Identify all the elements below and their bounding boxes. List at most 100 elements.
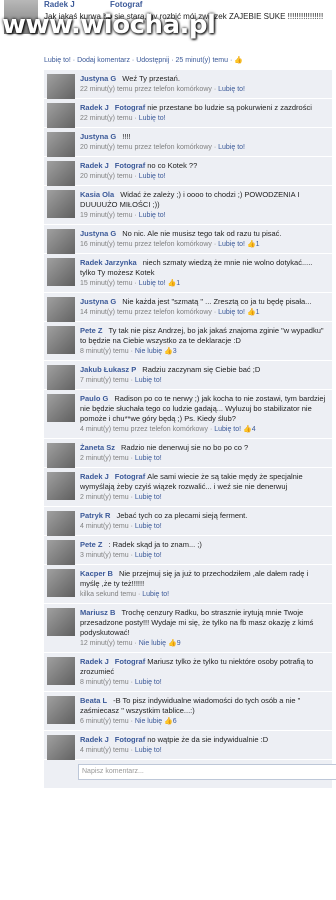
comment-author[interactable]: Justyna G [80,297,116,306]
thumbs-up-icon[interactable]: 👍 [168,640,177,647]
comment-author[interactable]: Paulo G [80,394,108,403]
comment-timestamp[interactable]: 8 minut(y) temu [80,348,129,355]
comment-author[interactable]: Beata L [80,696,107,705]
comment-author[interactable]: Justyna G [80,74,116,83]
comment-author[interactable]: Radek J [80,161,109,170]
comment-avatar[interactable] [47,696,75,724]
comment-like-link[interactable]: Lubię to! [139,280,166,287]
comment-avatar[interactable] [47,540,75,568]
comment-avatar[interactable] [47,511,75,539]
comment-timestamp[interactable]: 7 minut(y) temu [80,377,129,384]
like-count[interactable]: 3 [173,348,177,355]
comment-author[interactable]: Kacper B [80,569,113,578]
comment-like-link[interactable]: Lubię to! [135,552,162,559]
comment-author[interactable]: Pete Z [80,540,103,549]
comment-timestamp[interactable]: 15 minut(y) temu [80,280,133,287]
comment-timestamp[interactable]: 20 minut(y) temu [80,173,133,180]
comment-avatar[interactable] [47,103,75,131]
comment-timestamp[interactable]: 20 minut(y) temu przez telefon komórkowy [80,144,212,151]
thumbs-up-icon[interactable]: 👍 [164,718,173,725]
comment-author[interactable]: Mariusz B [80,608,115,617]
thumbs-up-icon[interactable]: 👍 [247,309,256,316]
comment-timestamp[interactable]: 4 minut(y) temu przez telefon komórkowy [80,426,208,433]
thumbs-up-icon[interactable]: 👍 [168,280,177,287]
comment-timestamp[interactable]: 22 minut(y) temu przez telefon komórkowy [80,86,212,93]
comment-like-link[interactable]: Lubię to! [218,86,245,93]
post-author[interactable]: Radek J [44,0,75,9]
comment-avatar[interactable] [47,258,75,286]
comment-author-title[interactable]: Fotograf [115,161,145,170]
comment-like-link[interactable]: Nie lubię [135,348,162,355]
comment-author[interactable]: Justyna G [80,132,116,141]
like-count[interactable]: 1 [176,280,180,287]
comment-author-title[interactable]: Fotograf [115,472,145,481]
comment-author[interactable]: Kasia Ola [80,190,114,199]
comment-author-title[interactable]: Fotograf [115,103,145,112]
comment-like-link[interactable]: Lubię to! [218,309,245,316]
comment-timestamp[interactable]: 6 minut(y) temu [80,718,129,725]
comment-avatar[interactable] [47,229,75,257]
comment-timestamp[interactable]: 2 minut(y) temu [80,494,129,501]
comment-like-link[interactable]: Lubię to! [218,144,245,151]
comment-like-link[interactable]: Lubię to! [135,523,162,530]
comment-avatar[interactable] [47,443,75,471]
comment-timestamp[interactable]: 8 minut(y) temu [80,679,129,686]
comment-timestamp[interactable]: 12 minut(y) temu [80,640,133,647]
like-count[interactable]: 1 [256,309,260,316]
comment-like-link[interactable]: Lubię to! [135,455,162,462]
thumbs-up-icon[interactable]: 👍 [243,426,252,433]
comment-avatar[interactable] [47,365,75,393]
post-actions[interactable]: Lubię to! · Dodaj komentarz · Udostępnij… [44,56,243,64]
comment-avatar[interactable] [47,608,75,636]
comment-author-title[interactable]: Fotograf [115,657,145,666]
comment-timestamp[interactable]: 3 minut(y) temu [80,552,129,559]
comment-timestamp[interactable]: 22 minut(y) temu [80,115,133,122]
comment-author[interactable]: Jakub Łukasz P [80,365,136,374]
comment-avatar[interactable] [47,190,75,218]
comment-author[interactable]: Żaneta Sz [80,443,115,452]
comment-like-link[interactable]: Lubię to! [218,241,245,248]
comment-timestamp[interactable]: 2 minut(y) temu [80,455,129,462]
thumbs-up-icon[interactable]: 👍 [164,348,173,355]
comment-like-link[interactable]: Lubię to! [135,679,162,686]
comment-author[interactable]: Radek J [80,103,109,112]
comment-like-link[interactable]: Lubię to! [139,115,166,122]
comment-input[interactable]: Napisz komentarz... [78,764,336,780]
comment-like-link[interactable]: Lubię to! [139,212,166,219]
post-author-title[interactable]: Fotograf [110,0,142,9]
comment-avatar[interactable] [47,297,75,325]
comment-timestamp[interactable]: 19 minut(y) temu [80,212,133,219]
comment-avatar[interactable] [47,326,75,354]
comment-avatar[interactable] [47,74,75,102]
like-count[interactable]: 4 [252,426,256,433]
comment-author[interactable]: Justyna G [80,229,116,238]
comment-timestamp[interactable]: 14 minut(y) temu przez telefon komórkowy [80,309,212,316]
comment-avatar[interactable] [47,394,75,422]
comment-avatar[interactable] [47,132,75,160]
like-count[interactable]: 9 [177,640,181,647]
comment-timestamp[interactable]: 4 minut(y) temu [80,747,129,754]
comment-author-title[interactable]: Fotograf [115,735,145,744]
comment-author[interactable]: Patryk R [80,511,110,520]
comment-author[interactable]: Radek J [80,657,109,666]
comment-author[interactable]: Radek J [80,472,109,481]
comment-author[interactable]: Radek J [80,735,109,744]
comment-like-link[interactable]: Lubię to! [135,377,162,384]
comment-like-link[interactable]: Lubię to! [214,426,241,433]
comment-timestamp[interactable]: kilka sekund temu [80,591,136,598]
like-count[interactable]: 6 [173,718,177,725]
comment-avatar[interactable] [47,735,75,763]
thumbs-up-icon[interactable]: 👍 [247,241,256,248]
like-count[interactable]: 1 [256,241,260,248]
comment-like-link[interactable]: Lubię to! [135,494,162,501]
comment-like-link[interactable]: Lubię to! [139,173,166,180]
comment-timestamp[interactable]: 16 minut(y) temu przez telefon komórkowy [80,241,212,248]
comment-avatar[interactable] [47,161,75,189]
comment-avatar[interactable] [47,569,75,597]
comment-timestamp[interactable]: 4 minut(y) temu [80,523,129,530]
comment-like-link[interactable]: Lubię to! [142,591,169,598]
comment-like-link[interactable]: Nie lubię [139,640,166,647]
comment-avatar[interactable] [47,657,75,685]
comment-author[interactable]: Radek Jarzynka [80,258,137,267]
comment-author[interactable]: Pete Z [80,326,103,335]
